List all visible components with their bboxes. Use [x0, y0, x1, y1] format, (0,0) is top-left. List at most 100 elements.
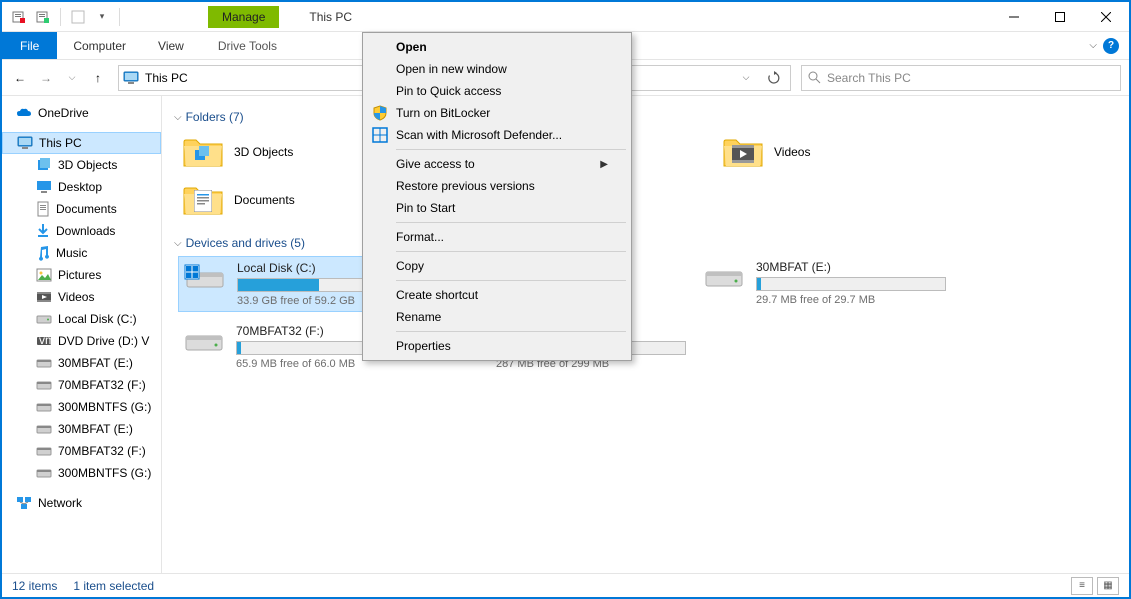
ribbon-collapse-icon[interactable]: ⌵: [1089, 40, 1097, 51]
tree-item-icon: [36, 401, 52, 413]
content-pane: ⌵Folders (7) 3D ObjectsDownloadsVideosDo…: [162, 96, 1129, 573]
search-box[interactable]: Search This PC: [801, 65, 1121, 91]
up-button[interactable]: ↑: [88, 68, 108, 88]
tree-item-icon: [36, 158, 52, 172]
folders-section-header[interactable]: ⌵Folders (7): [174, 110, 1117, 124]
details-view-toggle[interactable]: ≡: [1071, 577, 1093, 595]
menu-item-label: Turn on BitLocker: [396, 106, 490, 120]
tab-drive-tools[interactable]: Drive Tools: [202, 32, 293, 59]
tree-this-pc[interactable]: This PC: [2, 132, 161, 154]
menu-item[interactable]: Pin to Quick access: [366, 80, 628, 102]
tree-item-label: DVD Drive (D:) V: [58, 334, 149, 348]
tree-item-label: 70MBFAT32 (F:): [58, 378, 146, 392]
tree-item-label: Local Disk (C:): [58, 312, 137, 326]
refresh-button[interactable]: [762, 66, 786, 90]
search-placeholder: Search This PC: [827, 71, 911, 85]
tree-item-label: Music: [56, 246, 87, 260]
submenu-arrow-icon: ▶: [600, 159, 608, 170]
menu-item[interactable]: Restore previous versions: [366, 175, 628, 197]
tree-item-icon: [36, 180, 52, 194]
tree-item-icon: [36, 290, 52, 304]
tree-item[interactable]: 3D Objects: [2, 154, 161, 176]
menu-item[interactable]: Create shortcut: [366, 284, 628, 306]
forward-button[interactable]: →: [36, 68, 56, 88]
quick-access-toolbar: ▾: [2, 6, 130, 28]
tree-item-icon: vm: [36, 335, 52, 347]
tab-computer[interactable]: Computer: [57, 32, 142, 59]
drives-section-header[interactable]: ⌵Devices and drives (5): [174, 236, 1117, 250]
menu-item-label: Properties: [396, 339, 451, 353]
qat-dropdown-icon[interactable]: ▾: [91, 6, 113, 28]
close-button[interactable]: [1083, 2, 1129, 32]
this-pc-icon: [123, 71, 139, 85]
onedrive-icon: [16, 107, 32, 119]
folder-icon: [182, 134, 224, 170]
menu-item-label: Give access to: [396, 157, 475, 171]
tree-item[interactable]: Documents: [2, 198, 161, 220]
tree-item[interactable]: 30MBFAT (E:): [2, 352, 161, 374]
tree-item-label: Videos: [58, 290, 94, 304]
file-tab[interactable]: File: [2, 32, 57, 59]
menu-item[interactable]: Copy: [366, 255, 628, 277]
menu-item-label: Copy: [396, 259, 424, 273]
recent-locations-icon[interactable]: ⌵: [62, 68, 82, 88]
tree-item[interactable]: Videos: [2, 286, 161, 308]
manage-contextual-tab[interactable]: Manage: [208, 6, 279, 28]
menu-item[interactable]: Properties: [366, 335, 628, 357]
menu-item[interactable]: Turn on BitLocker: [366, 102, 628, 124]
drive-icon: [183, 261, 227, 293]
maximize-button[interactable]: [1037, 2, 1083, 32]
menu-item[interactable]: Rename: [366, 306, 628, 328]
drive-icon: [702, 260, 746, 292]
menu-item-label: Pin to Quick access: [396, 84, 501, 98]
tree-network[interactable]: Network: [2, 492, 161, 514]
tree-item[interactable]: 300MBNTFS (G:): [2, 396, 161, 418]
menu-item[interactable]: Pin to Start: [366, 197, 628, 219]
back-button[interactable]: ←: [10, 68, 30, 88]
new-folder-icon[interactable]: [32, 6, 54, 28]
qat-overflow-icon[interactable]: [67, 6, 89, 28]
tree-item-icon: [36, 379, 52, 391]
tree-item[interactable]: 30MBFAT (E:): [2, 418, 161, 440]
chevron-down-icon: ⌵: [174, 238, 182, 249]
tree-item-label: Downloads: [56, 224, 115, 238]
tree-item-label: 3D Objects: [58, 158, 117, 172]
tree-item[interactable]: Local Disk (C:): [2, 308, 161, 330]
drive-free-text: 29.7 MB free of 29.7 MB: [756, 294, 946, 306]
tree-item[interactable]: Downloads: [2, 220, 161, 242]
address-history-icon[interactable]: ⌵: [734, 66, 758, 90]
menu-separator: [396, 222, 626, 223]
menu-item[interactable]: Give access to ▶: [366, 153, 628, 175]
properties-icon[interactable]: [8, 6, 30, 28]
menu-item[interactable]: Scan with Microsoft Defender...: [366, 124, 628, 146]
menu-item[interactable]: Open: [366, 36, 628, 58]
window-controls: [991, 2, 1129, 32]
folder-label: 3D Objects: [234, 145, 293, 159]
tree-item[interactable]: Desktop: [2, 176, 161, 198]
menu-item[interactable]: Format...: [366, 226, 628, 248]
tree-onedrive[interactable]: OneDrive: [2, 102, 161, 124]
tab-view[interactable]: View: [142, 32, 200, 59]
tree-item[interactable]: 300MBNTFS (G:): [2, 462, 161, 484]
tree-item[interactable]: 70MBFAT32 (F:): [2, 440, 161, 462]
help-icon[interactable]: ?: [1103, 38, 1119, 54]
folders-grid: 3D ObjectsDownloadsVideosDocumentsPictur…: [178, 130, 1117, 222]
tree-item-icon: [36, 245, 50, 261]
menu-separator: [396, 331, 626, 332]
tree-item-label: 30MBFAT (E:): [58, 422, 133, 436]
menu-item[interactable]: Open in new window: [366, 58, 628, 80]
tree-item[interactable]: 70MBFAT32 (F:): [2, 374, 161, 396]
minimize-button[interactable]: [991, 2, 1037, 32]
tree-item[interactable]: Pictures: [2, 264, 161, 286]
tree-item[interactable]: vm DVD Drive (D:) V: [2, 330, 161, 352]
nav-arrows: ← → ⌵ ↑: [10, 68, 108, 88]
tree-item[interactable]: Music: [2, 242, 161, 264]
tree-item-label: 30MBFAT (E:): [58, 356, 133, 370]
tree-item-label: 300MBNTFS (G:): [58, 400, 151, 414]
menu-item-label: Open: [396, 40, 427, 54]
drive-item[interactable]: 30MBFAT (E:)29.7 MB free of 29.7 MB: [698, 256, 938, 312]
tree-item-icon: [36, 445, 52, 457]
folder-item[interactable]: Videos: [718, 130, 968, 174]
tree-item-icon: [36, 268, 52, 282]
large-icons-view-toggle[interactable]: ▦: [1097, 577, 1119, 595]
